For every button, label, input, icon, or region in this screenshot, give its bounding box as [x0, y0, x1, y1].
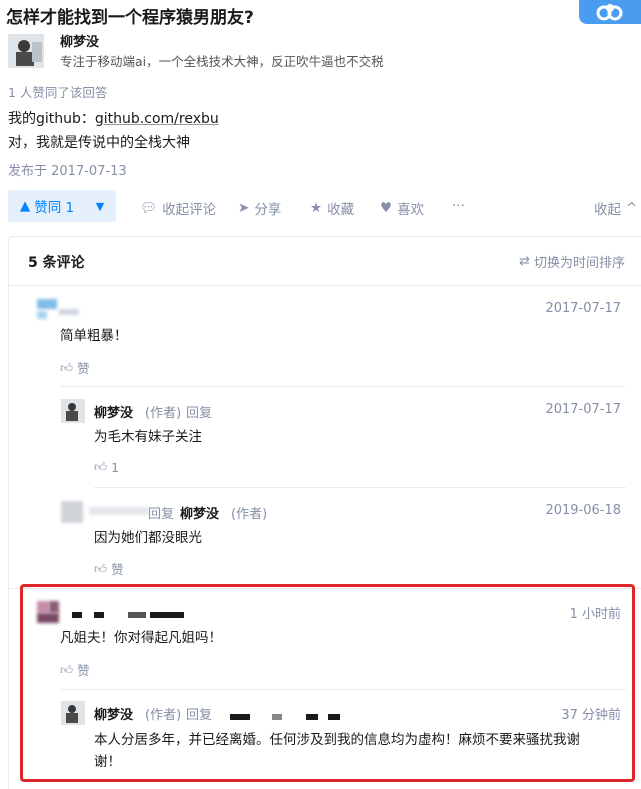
publish-date[interactable]: 发布于 2017-07-13 [8, 160, 127, 179]
collapse-comments-label: 收起评论 [162, 202, 217, 218]
sort-label: 切换为时间排序 [533, 256, 625, 271]
author-avatar[interactable] [8, 34, 44, 68]
thumbs-up-icon: 👍︎ [60, 359, 74, 375]
favorite-button[interactable]: ★ 收藏 [310, 198, 354, 218]
share-button[interactable]: ➤ 分享 [238, 198, 281, 218]
comment-like-button[interactable]: 👍︎ 赞 [94, 559, 124, 578]
comment-text: 为毛木有妹子关注 [94, 429, 202, 445]
favorite-label: 收藏 [327, 202, 355, 218]
collapse-label: 收起 [594, 202, 621, 218]
heart-icon: ♥ [380, 200, 393, 216]
comment-icon: 💬︎ [140, 200, 158, 216]
likes-info[interactable]: 1 人赞同了该回答 [8, 82, 107, 101]
upvote-label: 赞同 1 [34, 200, 75, 216]
reply-label: 回复 [148, 507, 175, 522]
swap-icon: ⇄ [519, 254, 530, 269]
author-name[interactable]: 柳梦没 [60, 31, 99, 50]
comment-like-label: 1 [111, 459, 120, 475]
thumbs-up-icon: 👍︎ [94, 560, 108, 576]
question-title[interactable]: 怎样才能找到一个程序猿男朋友? [6, 3, 254, 28]
comments-count: 5 条评论 [28, 255, 85, 271]
answer-prefix: 我的github： [8, 111, 95, 127]
share-label: 分享 [254, 202, 282, 218]
reply-label: 回复 [186, 406, 213, 421]
sort-toggle[interactable]: ⇄ 切换为时间排序 [519, 252, 625, 271]
author-tag: (作者) [231, 507, 268, 522]
highlight-box [20, 584, 635, 782]
like-label: 喜欢 [397, 202, 425, 218]
reply-target[interactable]: 柳梦没 [180, 503, 219, 522]
author-bio: 专注于移动端ai，一个全栈技术大神，反正吹牛逼也不交税 [60, 54, 384, 69]
star-icon: ★ [310, 200, 323, 216]
divider [94, 487, 626, 488]
avatar[interactable] [61, 399, 85, 423]
comment-author[interactable]: 柳梦没 [94, 402, 133, 421]
comment-date: 2017-07-17 [545, 301, 621, 316]
chevron-up-icon: ^ [626, 200, 638, 216]
comment-like-button[interactable]: 👍︎ 赞 [60, 358, 90, 377]
upvote-button[interactable]: ▲ 赞同 1 [8, 190, 86, 222]
collapse-comments-button[interactable]: 💬︎ 收起评论 [140, 198, 216, 218]
answer-line-2: 对，我就是传说中的全栈大神 [8, 135, 190, 151]
downvote-button[interactable]: ▼ [84, 190, 116, 222]
like-button[interactable]: ♥ 喜欢 [380, 198, 424, 218]
triangle-down-icon: ▼ [95, 199, 105, 213]
divider [60, 386, 626, 387]
divider [9, 285, 641, 286]
avatar[interactable] [61, 501, 149, 525]
thumbs-up-icon: 👍︎ [94, 459, 108, 474]
comment-text: 简单粗暴！ [60, 328, 128, 344]
triangle-up-icon: ▲ [19, 198, 31, 214]
avatar[interactable] [37, 299, 79, 323]
action-bar: ▲ 赞同 1 ▼ 💬︎ 收起评论 ➤ 分享 ★ 收藏 ♥ 喜欢 ··· 收起 ^ [0, 190, 641, 224]
github-link[interactable]: github.com/rexbu [95, 111, 219, 127]
comment-date: 2019-06-18 [545, 503, 621, 518]
app-logo [579, 0, 641, 24]
cloud-icon [596, 4, 623, 21]
answer-line-1: 我的github：github.com/rexbu [8, 108, 219, 128]
more-button[interactable]: ··· [452, 198, 465, 214]
comment-date: 2017-07-17 [545, 402, 621, 417]
comment-like-label: 赞 [111, 562, 124, 577]
paper-plane-icon: ➤ [238, 200, 250, 216]
collapse-button[interactable]: 收起 ^ [594, 198, 637, 218]
author-tag: (作者) [145, 406, 182, 421]
comment-text: 因为她们都没眼光 [94, 530, 202, 546]
comment-like-button[interactable]: 👍︎ 1 [94, 459, 119, 475]
comment-like-label: 赞 [77, 361, 90, 376]
